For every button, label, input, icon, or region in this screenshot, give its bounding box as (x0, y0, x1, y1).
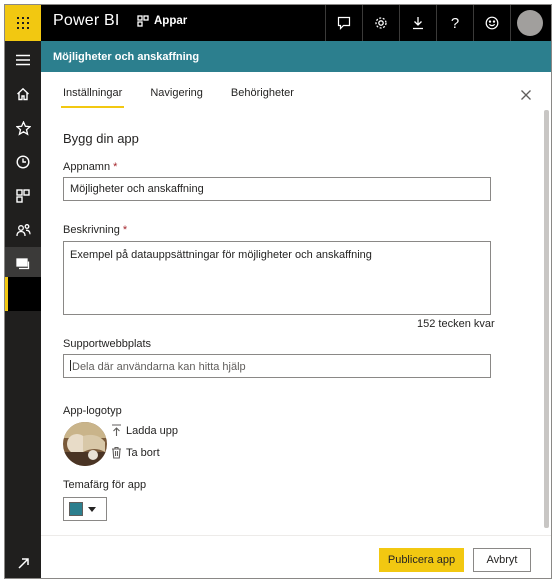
download-icon[interactable] (399, 5, 436, 41)
app-name-input[interactable]: Möjligheter och anskaffning (63, 177, 491, 201)
hamburger-icon[interactable] (5, 43, 41, 77)
apps-icon (137, 15, 149, 27)
page-title: Möjligheter och anskaffning (41, 41, 551, 72)
tab-strip: Inställningar Navigering Behörigheter (60, 87, 322, 109)
description-label-text: Beskrivning (63, 224, 120, 236)
theme-color-picker[interactable] (63, 497, 107, 521)
app-name-label: Appnamn * (63, 161, 117, 173)
footer-actions: Publicera app Avbryt (41, 535, 551, 578)
avatar (516, 10, 543, 36)
publish-button[interactable]: Publicera app (379, 548, 464, 572)
apps-label: Appar (154, 15, 188, 27)
description-textarea[interactable]: Exempel på datauppsättningar för möjligh… (63, 241, 491, 315)
brand-title[interactable]: Power BI (53, 12, 120, 30)
app-window: Power BI Appar ? Möjligheter och anskaff… (4, 4, 552, 579)
delete-logo-button[interactable]: Ta bort (111, 446, 160, 459)
description-value: Exempel på datauppsättningar för möjligh… (70, 249, 372, 261)
top-bar: Power BI Appar ? (5, 5, 551, 41)
apps-rail-icon[interactable] (5, 179, 41, 213)
smiley-icon[interactable] (473, 5, 510, 41)
theme-color-label: Temafärg för app (63, 479, 147, 491)
close-icon[interactable] (519, 87, 533, 101)
waffle-icon[interactable] (5, 5, 41, 41)
delete-label: Ta bort (126, 446, 160, 459)
star-icon[interactable] (5, 111, 41, 145)
upload-icon (112, 424, 121, 436)
app-logo-image (63, 422, 107, 466)
required-mark: * (113, 161, 118, 173)
upload-label: Ladda upp (126, 424, 178, 437)
section-title: Bygg din app (63, 131, 139, 146)
cancel-button[interactable]: Avbryt (473, 548, 531, 572)
chevron-down-icon (88, 506, 96, 512)
required-mark: * (122, 224, 128, 236)
scrollbar[interactable] (544, 110, 549, 528)
text-caret (70, 360, 71, 371)
app-settings-panel: Inställningar Navigering Behörigheter By… (41, 72, 551, 578)
shared-icon[interactable] (5, 213, 41, 247)
description-label: Beskrivning * (63, 224, 127, 236)
home-icon[interactable] (5, 77, 41, 111)
workspaces-icon[interactable] (5, 247, 41, 281)
tab-navigation[interactable]: Navigering (150, 87, 203, 109)
left-rail (5, 41, 41, 578)
support-label: Supportwebbplats (63, 338, 152, 350)
help-icon[interactable]: ? (436, 5, 473, 41)
support-input[interactable]: Dela där användarna kan hitta hjälp (63, 354, 491, 378)
upload-logo-button[interactable]: Ladda upp (111, 424, 178, 437)
support-placeholder: Dela där användarna kan hitta hjälp (72, 361, 246, 373)
avatar-button[interactable] (510, 5, 548, 41)
rail-selected-slot[interactable] (5, 277, 41, 311)
expand-icon[interactable] (5, 546, 41, 578)
app-name-value: Möjligheter och anskaffning (70, 183, 204, 195)
tab-settings[interactable]: Inställningar (60, 87, 125, 109)
apps-nav[interactable]: Appar (137, 15, 187, 27)
gear-icon[interactable] (362, 5, 399, 41)
app-name-label-text: Appnamn (63, 161, 111, 173)
char-counter: 152 tecken kvar (417, 318, 495, 330)
tab-permissions[interactable]: Behörigheter (231, 87, 294, 109)
chat-icon[interactable] (325, 5, 362, 41)
topbar-actions: ? (325, 5, 548, 41)
clock-icon[interactable] (5, 145, 41, 179)
rail-active-indicator (5, 277, 8, 311)
theme-color-swatch (69, 502, 83, 516)
logo-label: App-logotyp (63, 405, 122, 417)
trash-icon (112, 446, 121, 459)
